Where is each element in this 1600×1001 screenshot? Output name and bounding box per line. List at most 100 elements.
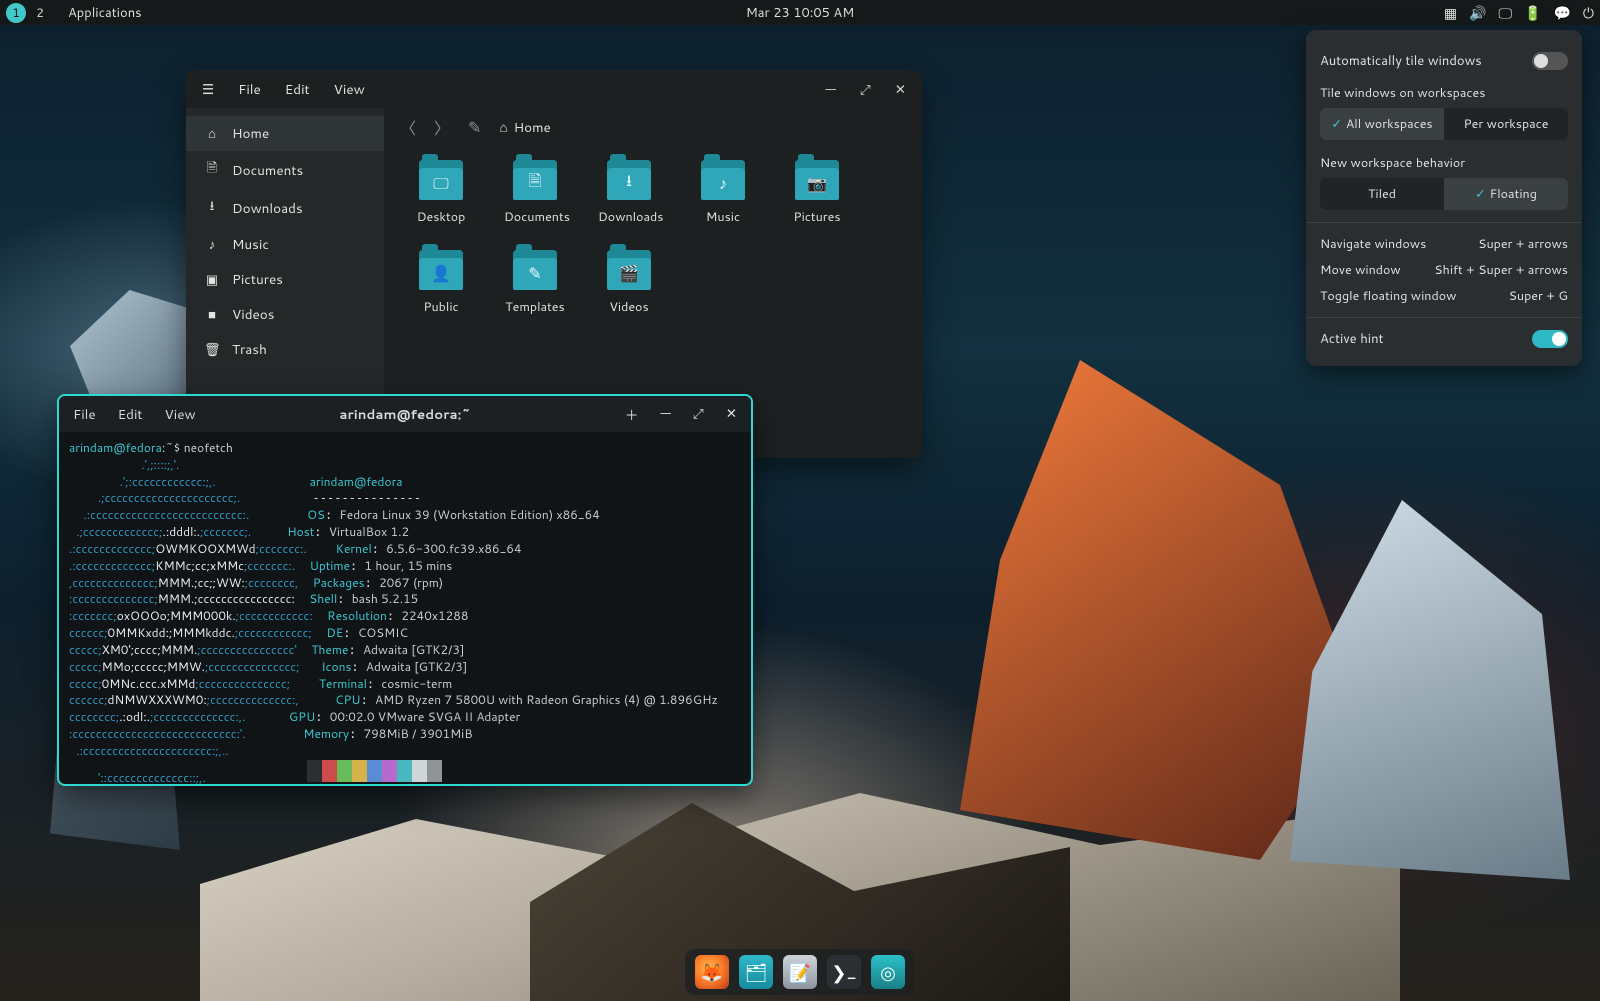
menu-edit[interactable]: Edit	[118, 405, 143, 424]
folder-icon: 👤	[419, 256, 463, 290]
folder-label: Videos	[598, 298, 660, 316]
folder-icon: ⭳	[607, 166, 651, 200]
breadcrumb[interactable]: ⌂ Home	[499, 118, 550, 137]
crumb-home: Home	[514, 118, 551, 137]
dock: 🦊 🗂 📝 ❯_ ◎	[685, 949, 915, 995]
sidebar-item-pictures[interactable]: ▣Pictures	[186, 262, 384, 297]
dock-settings[interactable]: ◎	[871, 955, 905, 989]
folder-label: Templates	[504, 298, 566, 316]
folder-music[interactable]: ♪ Music	[692, 160, 754, 226]
edit-path-icon[interactable]: ✎	[468, 116, 481, 139]
home-icon: ⌂	[499, 118, 507, 137]
top-panel: 1 2 Applications Mar 23 10:05 AM ▦ 🔊 🖵 🔋…	[0, 0, 1600, 25]
sidebar-item-label: Downloads	[232, 199, 303, 218]
sidebar-item-home[interactable]: ⌂ Home	[186, 116, 384, 151]
folder-label: Public	[410, 298, 472, 316]
terminal-output[interactable]: arindam@fedora:~$ neofetch .',;::::;,'. …	[59, 432, 751, 786]
sidebar-item-label: Trash	[232, 340, 267, 359]
folder-label: Pictures	[786, 208, 848, 226]
kb-shortcut: Super + arrows	[1478, 235, 1568, 253]
close-button[interactable]: ✕	[895, 80, 906, 99]
kb-label: Move window	[1320, 261, 1401, 279]
folder-templates[interactable]: ✎ Templates	[504, 250, 566, 316]
folder-documents[interactable]: 🗎 Documents	[504, 160, 566, 226]
close-button[interactable]: ✕	[726, 404, 737, 425]
hamburger-icon[interactable]: ☰	[202, 80, 214, 99]
folder-videos[interactable]: 🎬Videos	[598, 250, 660, 316]
nav-forward-icon[interactable]: 〉	[434, 115, 450, 140]
minimize-button[interactable]: ―	[825, 80, 836, 99]
documents-icon: 🗎	[204, 159, 220, 181]
kb-label: Navigate windows	[1320, 235, 1426, 253]
pictures-icon: ▣	[204, 271, 220, 289]
tiling-popover: Automatically tile windows Tile windows …	[1306, 30, 1582, 366]
videos-icon: ■	[204, 306, 220, 324]
folder-icon: ♪	[701, 166, 745, 200]
maximize-button[interactable]: ⤢	[860, 80, 871, 99]
folder-pictures[interactable]: 📷 Pictures	[786, 160, 848, 226]
dock-terminal[interactable]: ❯_	[827, 955, 861, 989]
folder-public[interactable]: 👤 Public	[410, 250, 472, 316]
kb-label: Toggle floating window	[1320, 287, 1456, 305]
notifications-icon[interactable]: 💬	[1553, 3, 1570, 23]
tiling-icon[interactable]: ▦	[1444, 3, 1457, 23]
display-icon[interactable]: 🖵	[1499, 3, 1513, 23]
menu-view[interactable]: View	[165, 405, 196, 424]
folder-icon: ✎	[513, 256, 557, 290]
seg-floating[interactable]: ✓Floating	[1444, 178, 1568, 210]
volume-icon[interactable]: 🔊	[1469, 3, 1486, 23]
maximize-button[interactable]: ⤢	[693, 404, 704, 425]
music-icon: ♪	[204, 236, 220, 254]
home-icon: ⌂	[204, 125, 220, 143]
trash-icon: 🗑	[204, 341, 220, 359]
system-tray: ▦ 🔊 🖵 🔋 💬 ⏻	[1444, 3, 1594, 23]
sidebar-item-trash[interactable]: 🗑 Trash	[186, 332, 384, 367]
active-hint-toggle[interactable]	[1532, 330, 1568, 348]
sidebar-item-label: Music	[232, 235, 269, 254]
nav-back-icon[interactable]: 〈	[400, 115, 416, 140]
menu-file[interactable]: File	[73, 405, 96, 424]
applications-menu[interactable]: Applications	[68, 4, 142, 22]
seg-all-workspaces[interactable]: ✓All workspaces	[1320, 108, 1444, 140]
menu-view[interactable]: View	[334, 80, 365, 99]
seg-tiled[interactable]: Tiled	[1320, 178, 1444, 210]
dock-files[interactable]: 🗂	[739, 955, 773, 989]
folder-label: Documents	[504, 208, 566, 226]
term-menubar: File Edit View arindam@fedora:~ ＋ ― ⤢ ✕	[59, 396, 751, 432]
seg-per-workspace[interactable]: Per workspace	[1444, 108, 1568, 140]
auto-tile-toggle[interactable]	[1532, 52, 1568, 70]
menu-file[interactable]: File	[238, 80, 261, 99]
sidebar-item-label: Documents	[232, 161, 303, 180]
sidebar-item-label: Home	[232, 124, 269, 143]
dock-firefox[interactable]: 🦊	[695, 955, 729, 989]
menu-edit[interactable]: Edit	[285, 80, 310, 99]
tile-scope-segment: ✓All workspaces Per workspace	[1320, 108, 1568, 140]
sidebar-item-music[interactable]: ♪ Music	[186, 227, 384, 262]
auto-tile-label: Automatically tile windows	[1320, 52, 1482, 70]
folder-icon: 📷	[795, 166, 839, 200]
dock-editor[interactable]: 📝	[783, 955, 817, 989]
workspace-2[interactable]: 2	[30, 3, 50, 23]
sidebar-item-videos[interactable]: ■ Videos	[186, 297, 384, 332]
new-tab-button[interactable]: ＋	[625, 404, 639, 425]
folder-downloads[interactable]: ⭳ Downloads	[598, 160, 660, 226]
clock[interactable]: Mar 23 10:05 AM	[746, 4, 854, 22]
kb-shortcut: Shift + Super + arrows	[1434, 261, 1568, 279]
workspace-1[interactable]: 1	[6, 3, 26, 23]
power-icon[interactable]: ⏻	[1583, 3, 1594, 23]
sidebar-item-documents[interactable]: 🗎 Documents	[186, 151, 384, 189]
kb-shortcut: Super + G	[1509, 287, 1568, 305]
terminal-window: File Edit View arindam@fedora:~ ＋ ― ⤢ ✕ …	[57, 394, 753, 786]
downloads-icon: ⭳	[204, 197, 220, 219]
battery-icon[interactable]: 🔋	[1524, 3, 1541, 23]
folder-desktop[interactable]: 🖵Desktop	[410, 160, 472, 226]
active-hint-label: Active hint	[1320, 330, 1384, 348]
folder-icon: 🖵	[419, 166, 463, 200]
folder-label: Downloads	[598, 208, 660, 226]
minimize-button[interactable]: ―	[660, 404, 671, 425]
sidebar-item-label: Videos	[232, 305, 274, 324]
folder-icon: 🗎	[513, 166, 557, 200]
sidebar-item-downloads[interactable]: ⭳ Downloads	[186, 189, 384, 227]
term-title: arindam@fedora:~	[339, 405, 470, 424]
folder-label: Music	[692, 208, 754, 226]
